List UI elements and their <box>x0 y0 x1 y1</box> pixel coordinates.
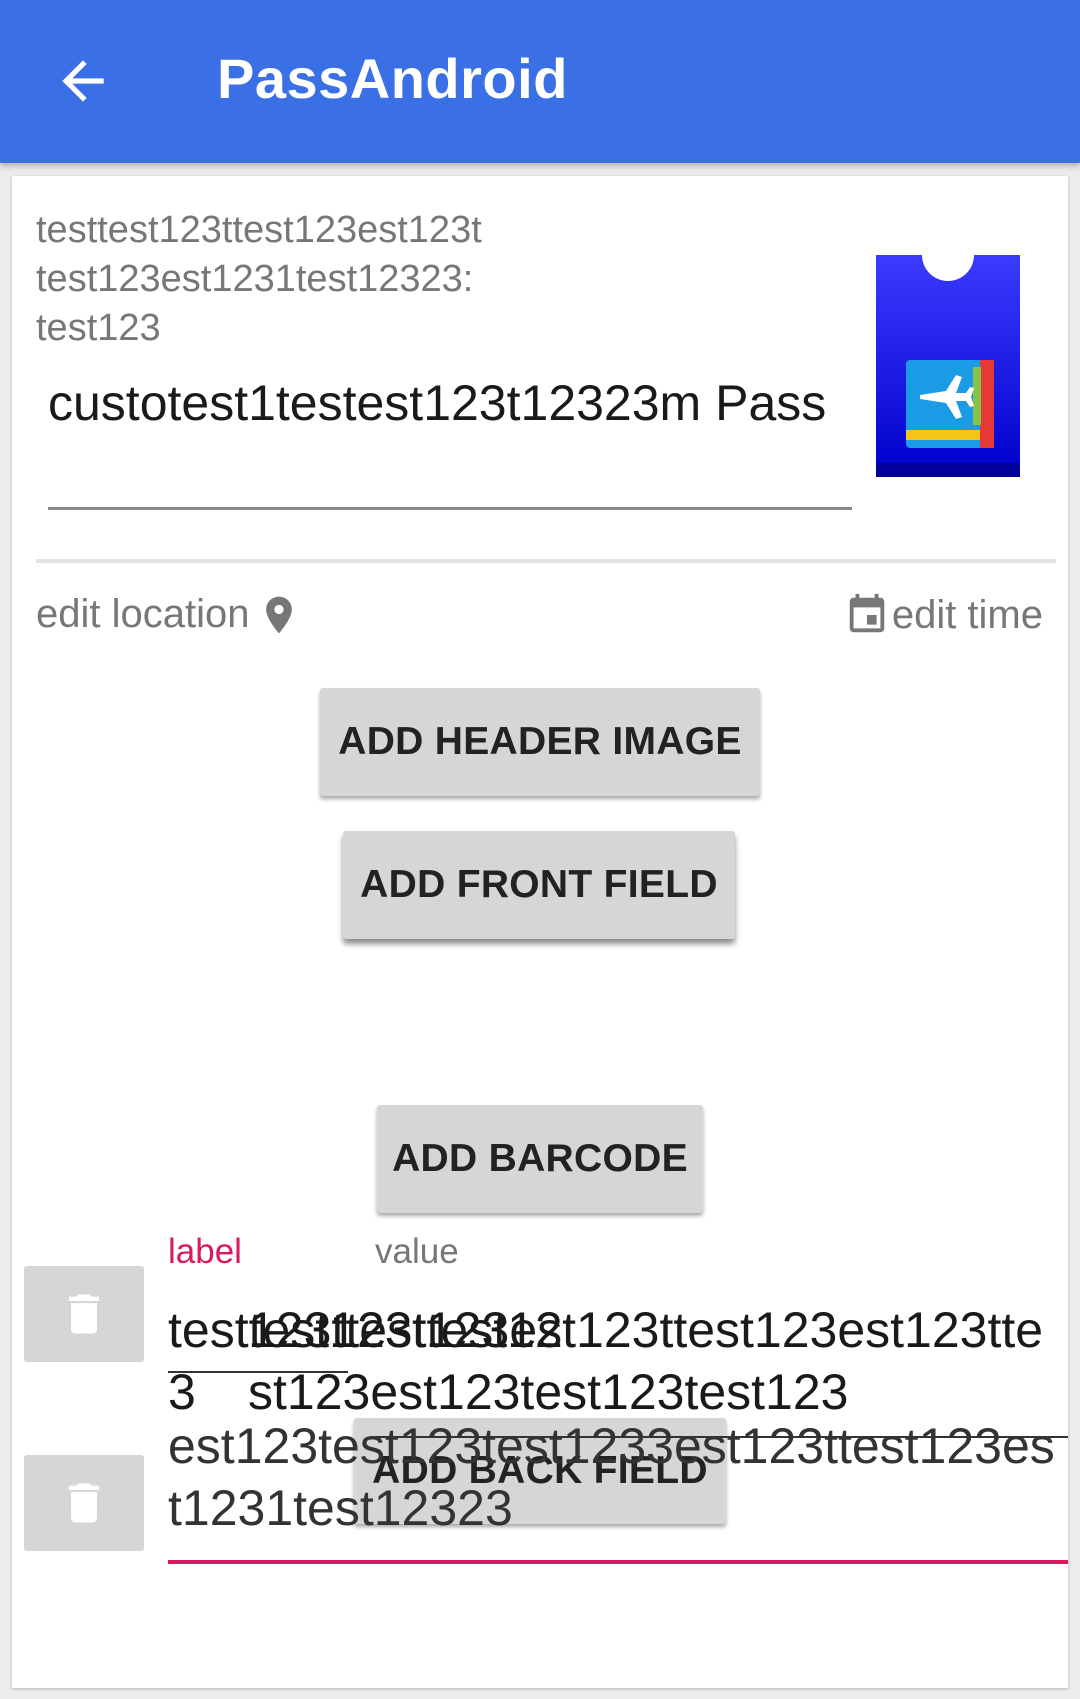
back-button[interactable] <box>52 50 114 112</box>
add-header-image-button[interactable]: ADD HEADER IMAGE <box>320 688 760 796</box>
trash-icon <box>68 1483 100 1523</box>
edit-time-button[interactable]: edit time <box>844 592 1043 638</box>
add-front-field-button[interactable]: ADD FRONT FIELD <box>343 831 735 939</box>
app-bar: PassAndroid <box>0 0 1080 163</box>
pass-title-underline <box>48 507 852 510</box>
edit-time-label: edit time <box>891 592 1043 637</box>
back-field-label-hint: label <box>168 1232 242 1271</box>
back-field-value-hint: value <box>375 1232 459 1271</box>
delete-field-button[interactable] <box>24 1455 144 1551</box>
trash-icon <box>68 1294 100 1334</box>
delete-field-button[interactable] <box>24 1266 144 1362</box>
edit-location-button[interactable]: edit location <box>36 592 301 637</box>
back-field-value-input[interactable]: est123test123test1233est123ttest123est12… <box>168 1415 1068 1539</box>
app-title: PassAndroid <box>217 47 568 110</box>
pass-subtitle[interactable]: testtest123ttest123est123t test123est123… <box>36 206 556 353</box>
boarding-pass-icon <box>876 229 1020 477</box>
focused-input-underline <box>168 1560 1068 1564</box>
arrow-left-icon <box>62 60 104 102</box>
map-pin-icon <box>266 596 293 633</box>
header-divider <box>36 559 1056 563</box>
pass-title-input[interactable]: custotest1testest123t12323m Pass <box>48 372 848 434</box>
edit-location-label: edit location <box>36 592 250 636</box>
pass-edit-card: testtest123ttest123est123t test123est123… <box>12 176 1068 1688</box>
add-barcode-button[interactable]: ADD BARCODE <box>377 1105 703 1213</box>
calendar-icon <box>849 593 885 633</box>
pass-thumbnail[interactable] <box>876 229 1020 477</box>
label-input-underline <box>168 1371 348 1373</box>
back-field-value-input[interactable]: 123ttest123est123ttest123est123ttest123e… <box>248 1299 1068 1423</box>
